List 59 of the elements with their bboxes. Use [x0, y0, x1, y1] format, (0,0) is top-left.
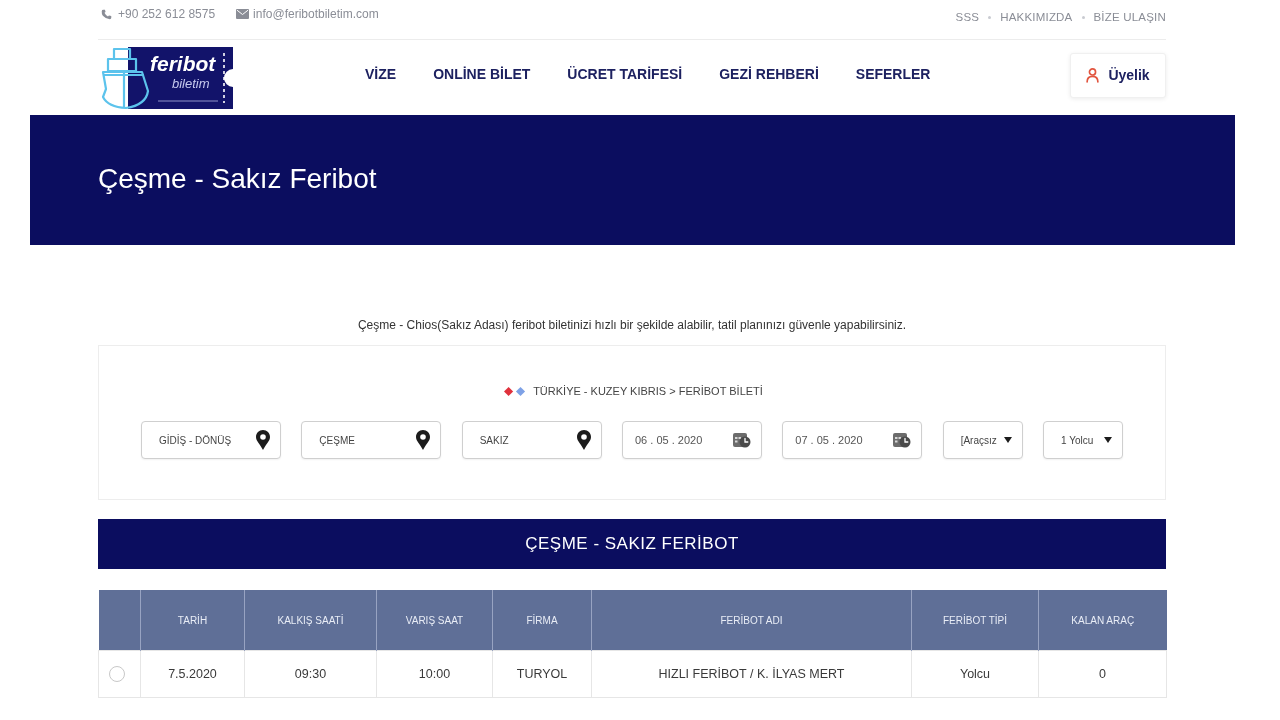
radio-button[interactable]	[109, 666, 125, 682]
diamond-tags-icon	[503, 385, 528, 397]
nav-link[interactable]: SEFERLER	[855, 65, 931, 82]
field-value: 07 . 05 . 2020	[795, 434, 863, 446]
table-cell: 10:00	[376, 650, 493, 698]
mail-icon	[236, 9, 250, 19]
nav-link[interactable]: GEZİ REHBERİ	[719, 65, 819, 82]
phone-icon	[101, 8, 112, 20]
nav-link[interactable]: VİZE	[365, 65, 397, 82]
field-value: 1 Yolcu	[1060, 434, 1094, 446]
location-select[interactable]: ÇEŞME	[301, 421, 442, 459]
caret-icon	[1103, 437, 1112, 443]
phone-number: +90 252 612 8575	[118, 7, 216, 21]
table-cell: Yolcu	[911, 650, 1039, 698]
field-value: GİDİŞ - DÖNÜŞ	[159, 434, 232, 446]
nav-link[interactable]: ONLİNE BİLET	[433, 65, 531, 82]
nav-link[interactable]: ÜCRET TARİFESİ	[567, 65, 683, 82]
table-cell: 0	[1038, 650, 1167, 698]
field-value: [Araçsız	[960, 434, 997, 446]
calendar-clock-icon	[733, 431, 751, 449]
email-address: info@feribotbiletim.com	[253, 7, 379, 21]
top-link[interactable]: BİZE ULAŞIN	[1093, 11, 1166, 23]
field-value: SAKIZ	[479, 434, 509, 446]
separator-dot-icon	[1081, 15, 1085, 19]
map-pin-icon	[256, 430, 270, 450]
calendar-clock-icon	[893, 431, 912, 449]
location-select[interactable]: GİDİŞ - DÖNÜŞ	[141, 421, 281, 459]
intro-text: Çeşme - Chios(Sakız Adası) feribot biletinizi hızlı bir şekilde alabilir, tatil planınızı güvenle yapabilirsiniz.	[356, 317, 908, 333]
page-title: Çeşme - Sakız Feribot	[98, 162, 377, 195]
field-value: 06 . 05 . 2020	[635, 434, 703, 446]
table-cell: 7.5.2020	[140, 650, 245, 698]
ship-ticket-logo[interactable]	[100, 44, 236, 111]
logo-subtitle: biletim	[172, 75, 210, 92]
separator-dot-icon	[988, 15, 992, 19]
column-header: FERİBOT ADI	[591, 590, 912, 651]
breadcrumb: TÜRKİYE - KUZEY KIBRIS > FERİBOT BİLETİ	[533, 385, 763, 397]
caret-icon	[1003, 437, 1012, 443]
map-pin-icon	[576, 430, 591, 450]
column-header: TARİH	[140, 590, 245, 651]
results-title: ÇEŞME - SAKIZ FERİBOT	[525, 534, 739, 554]
column-header: FERİBOT TİPİ	[911, 590, 1039, 651]
column-header: FİRMA	[492, 590, 592, 651]
column-header: KALAN ARAÇ	[1038, 590, 1167, 651]
table-cell: HIZLI FERİBOT / K. İLYAS MERT	[591, 650, 912, 698]
top-link[interactable]: SSS	[955, 11, 980, 23]
dropdown-select[interactable]: [Araçsız	[942, 421, 1023, 459]
table-cell: TURYOL	[492, 650, 592, 698]
logo-title: feribot	[150, 51, 216, 76]
column-header: KALKIŞ SAATİ	[244, 590, 377, 651]
account-button[interactable]: Üyelik	[1070, 52, 1166, 98]
column-header: VARIŞ SAAT	[376, 590, 493, 651]
map-pin-icon	[416, 430, 431, 450]
date-field[interactable]: 07 . 05 . 2020	[782, 421, 923, 459]
person-icon	[1086, 67, 1100, 83]
table-cell: 09:30	[244, 650, 377, 698]
location-select[interactable]: SAKIZ	[461, 421, 602, 459]
dropdown-select[interactable]: 1 Yolcu	[1042, 421, 1123, 459]
field-value: ÇEŞME	[319, 434, 355, 446]
date-field[interactable]: 06 . 05 . 2020	[622, 421, 762, 459]
